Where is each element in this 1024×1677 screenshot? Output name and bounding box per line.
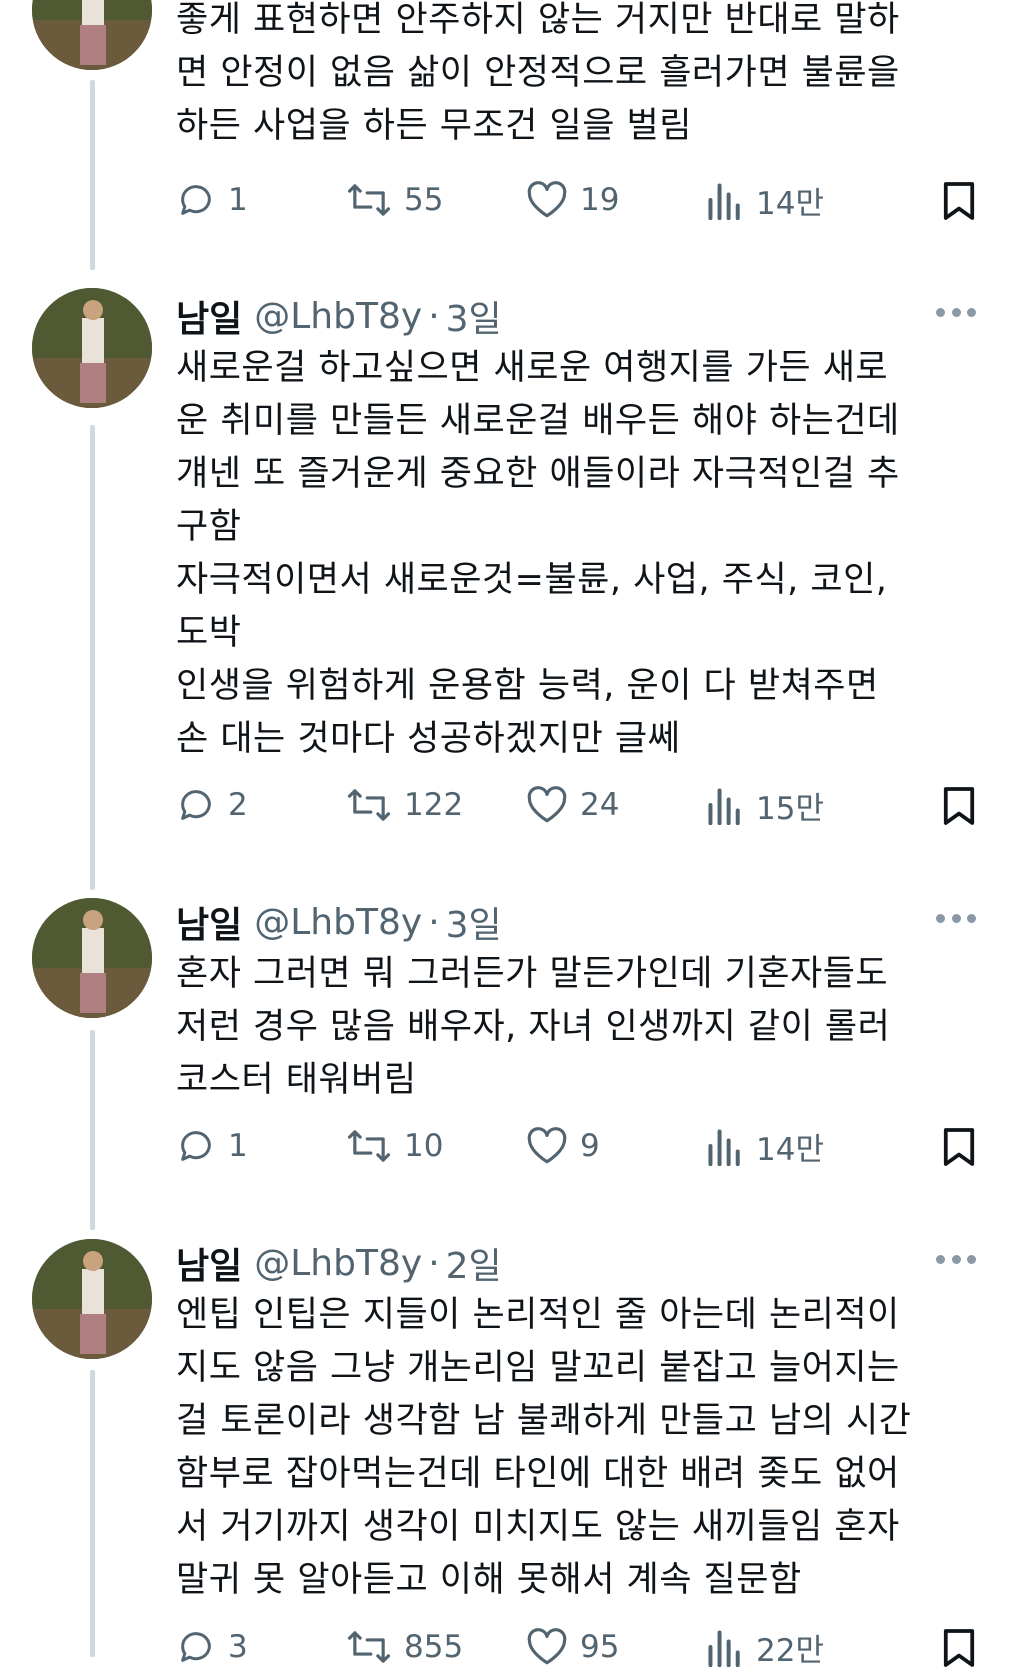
like-icon (527, 1628, 567, 1665)
tweet-text: 혼자 그러면 뭐 그러든가 말든가인데 기혼자들도 저런 경우 많음 배우자, … (176, 954, 891, 1100)
bookmark-icon (943, 1128, 975, 1166)
reply-button[interactable]: 2 (176, 775, 248, 835)
reply-button[interactable]: 3 (176, 1617, 248, 1677)
views-icon (708, 183, 740, 220)
display-name[interactable]: 남일 (176, 896, 242, 948)
views-count: 14만 (756, 1131, 824, 1168)
reply-count: 3 (228, 1629, 248, 1665)
bookmark-icon (943, 1629, 975, 1667)
views-button[interactable]: 14만 (706, 170, 824, 230)
like-icon (527, 1127, 567, 1164)
retweet-count: 855 (404, 1629, 464, 1665)
retweet-icon (347, 1130, 391, 1162)
like-button[interactable]: 95 (526, 1617, 619, 1677)
more-icon (936, 308, 945, 317)
bookmark-icon (943, 787, 975, 825)
more-options-button[interactable] (936, 914, 976, 926)
retweet-icon (347, 789, 391, 821)
views-icon (708, 1129, 740, 1166)
bookmark-button[interactable] (942, 785, 976, 831)
views-icon (708, 1630, 740, 1667)
retweet-button[interactable]: 10 (346, 1116, 443, 1176)
tweet-text: 좋게 표현하면 안주하지 않는 거지만 반대로 말하 면 안정이 없음 삶이 안… (176, 0, 900, 146)
avatar[interactable] (32, 898, 152, 1018)
tweet-header: 남일 @LhbT8y · 3일 (176, 896, 976, 948)
like-button[interactable]: 9 (526, 1116, 600, 1176)
thread-line (90, 80, 95, 270)
retweet-button[interactable]: 55 (346, 170, 443, 230)
bookmark-button[interactable] (942, 1126, 976, 1172)
avatar[interactable] (32, 0, 152, 70)
avatar[interactable] (32, 288, 152, 408)
tweet-actions: 1 55 19 14만 (176, 170, 976, 230)
reply-icon (181, 185, 211, 215)
tweet-header: 남일 @LhbT8y · 3일 (176, 290, 976, 342)
like-count: 95 (580, 1629, 620, 1665)
retweet-icon (347, 184, 391, 216)
thread-line (90, 1030, 95, 1230)
bookmark-button[interactable] (942, 1627, 976, 1673)
reply-count: 2 (228, 787, 248, 823)
bookmark-icon (943, 182, 975, 220)
user-handle[interactable]: @LhbT8y (254, 902, 422, 943)
like-button[interactable]: 19 (526, 170, 619, 230)
more-icon (936, 914, 945, 923)
like-icon (527, 181, 567, 218)
like-count: 19 (580, 182, 620, 218)
views-count: 14만 (756, 185, 824, 222)
like-count: 9 (580, 1128, 600, 1164)
tweet-header: 남일 @LhbT8y · 2일 (176, 1237, 976, 1289)
timestamp[interactable]: 2일 (446, 1237, 502, 1289)
tweet-text: 새로운걸 하고싶으면 새로운 여행지를 가든 새로 운 취미를 만들든 새로운걸… (176, 348, 900, 759)
like-button[interactable]: 24 (526, 775, 619, 835)
separator-dot: · (428, 901, 440, 943)
bookmark-button[interactable] (942, 180, 976, 226)
views-icon (708, 788, 740, 825)
reply-button[interactable]: 1 (176, 170, 248, 230)
thread-line (90, 1370, 95, 1657)
retweet-count: 122 (404, 787, 464, 823)
more-icon (936, 1255, 945, 1264)
reply-icon (181, 790, 211, 820)
retweet-button[interactable]: 122 (346, 775, 463, 835)
avatar[interactable] (32, 1239, 152, 1359)
tweet-actions: 3 855 95 22만 (176, 1617, 976, 1677)
views-button[interactable]: 14만 (706, 1116, 824, 1176)
views-button[interactable]: 22만 (706, 1617, 824, 1677)
reply-icon (181, 1131, 211, 1161)
separator-dot: · (428, 295, 440, 337)
like-icon (527, 786, 567, 823)
reply-count: 1 (228, 1128, 248, 1164)
retweet-icon (347, 1631, 391, 1663)
display-name[interactable]: 남일 (176, 290, 242, 342)
views-count: 15만 (756, 790, 824, 827)
reply-count: 1 (228, 182, 248, 218)
timestamp[interactable]: 3일 (446, 896, 502, 948)
reply-button[interactable]: 1 (176, 1116, 248, 1176)
tweet-text: 엔팁 인팁은 지들이 논리적인 줄 아는데 논리적이 지도 않음 그냥 개논리임… (176, 1295, 912, 1600)
user-handle[interactable]: @LhbT8y (254, 1243, 422, 1284)
views-count: 22만 (756, 1632, 824, 1669)
like-count: 24 (580, 787, 620, 823)
retweet-button[interactable]: 855 (346, 1617, 463, 1677)
tweet-actions: 1 10 9 14만 (176, 1116, 976, 1176)
tweet-actions: 2 122 24 15만 (176, 775, 976, 835)
more-options-button[interactable] (936, 1255, 976, 1267)
more-options-button[interactable] (936, 308, 976, 320)
retweet-count: 55 (404, 182, 444, 218)
timestamp[interactable]: 3일 (446, 290, 502, 342)
user-handle[interactable]: @LhbT8y (254, 296, 422, 337)
reply-icon (181, 1632, 211, 1662)
views-button[interactable]: 15만 (706, 775, 824, 835)
display-name[interactable]: 남일 (176, 1237, 242, 1289)
thread-line (90, 425, 95, 890)
retweet-count: 10 (404, 1128, 444, 1164)
separator-dot: · (428, 1242, 440, 1284)
